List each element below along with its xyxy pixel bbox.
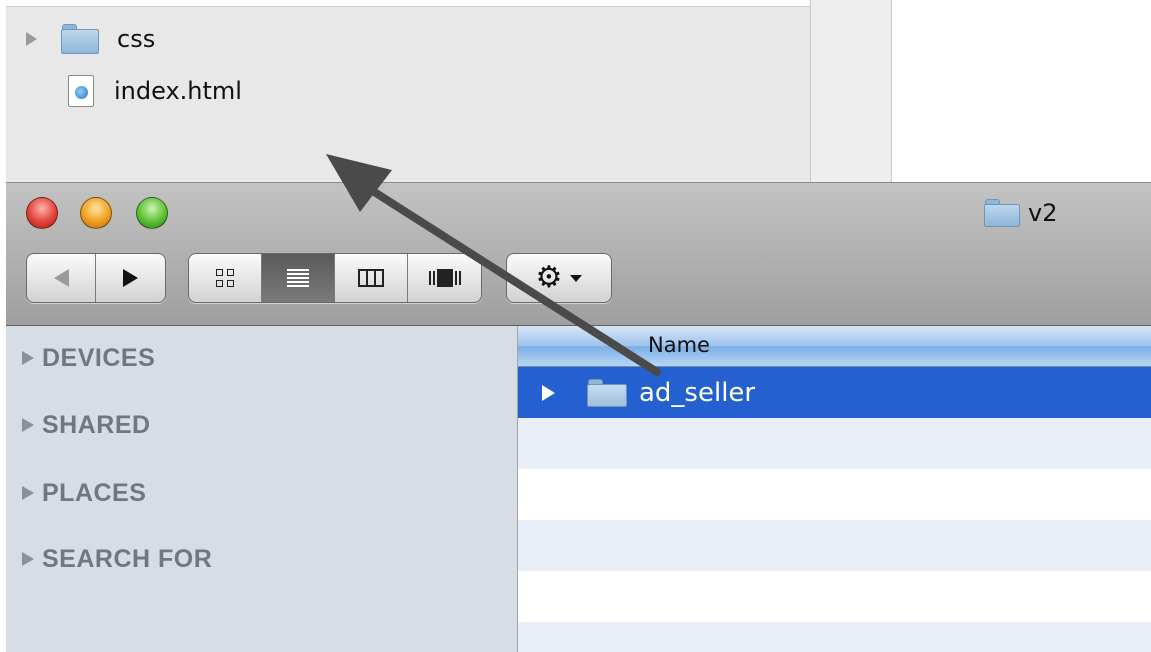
folder-icon	[984, 199, 1020, 227]
zoom-button[interactable]	[136, 197, 168, 229]
empty-row	[518, 469, 1151, 520]
icon-view-icon	[216, 269, 234, 287]
table-row[interactable]: ad_seller	[518, 367, 1151, 418]
icon-view-button[interactable]	[189, 254, 262, 302]
forward-button[interactable]	[96, 254, 165, 302]
item-name: css	[117, 25, 156, 53]
column-view-button[interactable]	[335, 254, 408, 302]
sidebar-section-search-for[interactable]: SEARCH FOR	[22, 541, 212, 577]
sidebar-section-label: DEVICES	[42, 343, 156, 372]
disclosure-triangle-icon[interactable]	[542, 384, 555, 401]
sidebar-section-label: SHARED	[42, 410, 151, 439]
forward-arrow-icon	[123, 269, 138, 287]
sidebar-section-label: PLACES	[42, 478, 147, 507]
list-item-index-html[interactable]: index.html	[26, 71, 242, 111]
background-file-pane: css index.html	[6, 6, 811, 185]
empty-row	[518, 622, 1151, 652]
finder-window: v2 ⚙ DEVICES SHARED PLACES SEARCH FOR Na…	[6, 182, 1151, 652]
titlebar: v2 ⚙	[6, 182, 1151, 326]
disclosure-triangle-icon	[22, 418, 34, 432]
list-view-icon	[287, 269, 309, 287]
window-title: v2	[984, 195, 1057, 231]
disclosure-triangle-icon	[22, 486, 34, 500]
gear-icon: ⚙	[535, 260, 563, 295]
chevron-down-icon	[570, 274, 583, 282]
disclosure-triangle-icon[interactable]	[26, 32, 37, 46]
sidebar-section-label: SEARCH FOR	[42, 544, 213, 573]
disclosure-triangle-icon	[22, 351, 34, 365]
column-header-name[interactable]: Name	[518, 326, 1151, 367]
empty-row	[518, 520, 1151, 571]
minimize-button[interactable]	[80, 197, 112, 229]
disclosure-triangle-icon	[22, 552, 34, 566]
empty-row	[518, 571, 1151, 622]
column-view-icon	[358, 269, 384, 287]
html-file-icon	[68, 75, 94, 107]
background-finder-window: css index.html	[0, 0, 1151, 185]
sidebar-section-devices[interactable]: DEVICES	[22, 340, 155, 376]
folder-icon	[61, 24, 99, 54]
file-list: Name ad_seller	[518, 326, 1151, 652]
action-menu-button[interactable]: ⚙	[506, 253, 612, 303]
close-button[interactable]	[26, 197, 58, 229]
sidebar-section-shared[interactable]: SHARED	[22, 407, 151, 443]
window-title-text: v2	[1028, 199, 1058, 227]
back-arrow-icon	[53, 269, 69, 287]
item-name: index.html	[114, 77, 242, 105]
sidebar-section-places[interactable]: PLACES	[22, 475, 146, 511]
coverflow-view-icon	[428, 269, 461, 287]
list-item-css[interactable]: css	[26, 19, 155, 59]
empty-row	[518, 418, 1151, 469]
navigation-buttons	[26, 253, 166, 303]
coverflow-view-button[interactable]	[408, 254, 481, 302]
view-mode-buttons	[188, 253, 482, 303]
background-column-divider	[810, 0, 892, 185]
list-view-button[interactable]	[262, 254, 335, 302]
back-button[interactable]	[27, 254, 96, 302]
row-name: ad_seller	[639, 377, 756, 408]
folder-icon	[587, 378, 627, 407]
sidebar: DEVICES SHARED PLACES SEARCH FOR	[6, 326, 518, 652]
column-header-label: Name	[648, 333, 710, 357]
